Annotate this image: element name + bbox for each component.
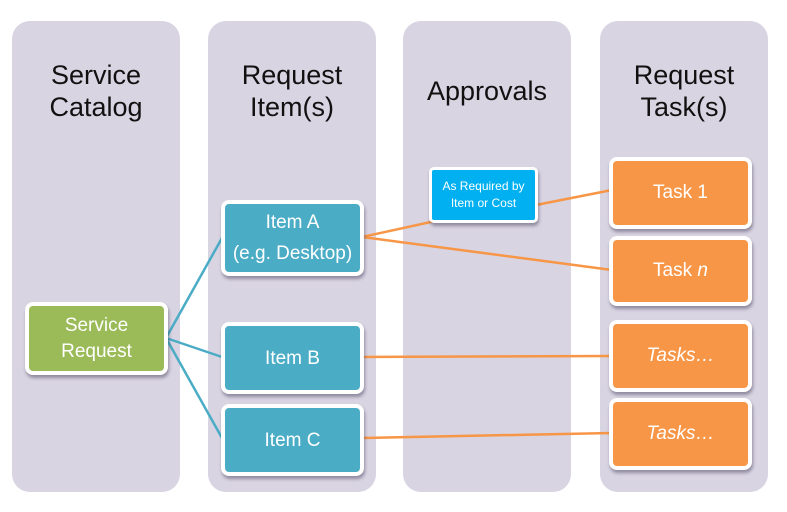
column-title: Request Item(s) [208, 59, 376, 123]
item-a-node[interactable]: Item A (e.g. Desktop) [221, 200, 364, 276]
node-label-italic: n [697, 260, 708, 281]
column-title: Approvals [403, 75, 571, 107]
node-label: Item C [264, 429, 321, 451]
column-approvals: Approvals [403, 21, 571, 492]
column-title-line: Task(s) [640, 92, 728, 122]
node-label-prefix: Task [653, 260, 698, 281]
node-label: Task n [653, 260, 708, 282]
column-title-line: Request [633, 60, 735, 90]
column-service-catalog: Service Catalog [12, 21, 180, 492]
item-b-node[interactable]: Item B [221, 322, 364, 394]
node-label: (e.g. Desktop) [232, 243, 353, 264]
column-title-line: Approvals [426, 76, 548, 106]
column-title-line: Service [50, 60, 142, 90]
column-title-line: Catalog [49, 92, 143, 122]
node-label: Tasks… [646, 345, 715, 366]
task-n-node[interactable]: Task n [609, 236, 752, 306]
approval-node[interactable]: As Required by Item or Cost [429, 167, 538, 223]
tasks-c-node[interactable]: Tasks… [609, 398, 752, 470]
column-title-line: Item(s) [250, 92, 334, 122]
node-label: Item B [265, 347, 320, 369]
service-request-node[interactable]: Service Request [25, 302, 168, 375]
task-1-node[interactable]: Task 1 [609, 157, 752, 229]
node-label: Item or Cost [450, 196, 517, 210]
node-label: Task 1 [653, 182, 708, 203]
item-c-node[interactable]: Item C [221, 404, 364, 476]
column-title: Service Catalog [12, 59, 180, 123]
node-label: Request [61, 340, 132, 362]
node-label: Service [64, 314, 129, 336]
node-label: Item A [265, 212, 320, 233]
node-label: As Required by [442, 179, 525, 193]
column-title: Request Task(s) [600, 59, 768, 123]
tasks-b-node[interactable]: Tasks… [609, 320, 752, 392]
node-label: Tasks… [646, 423, 715, 444]
column-title-line: Request [241, 60, 343, 90]
